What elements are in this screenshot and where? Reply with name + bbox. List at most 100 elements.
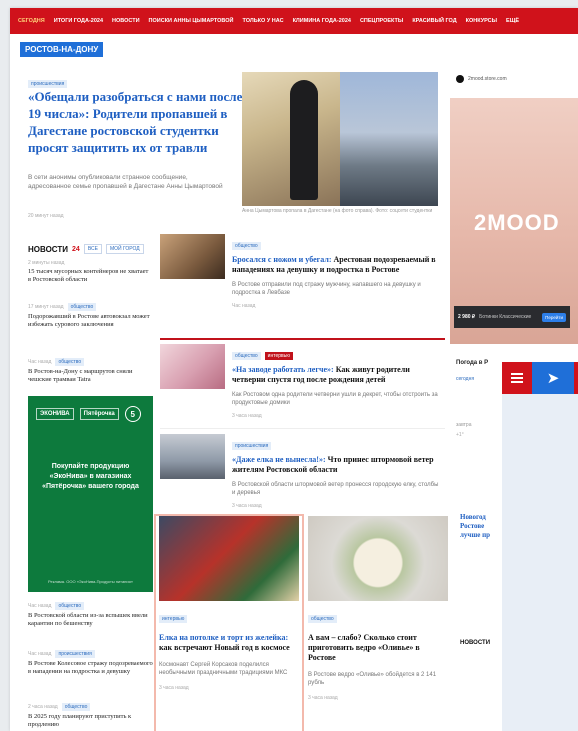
- nav-item-exclusive[interactable]: Только у нас: [242, 18, 283, 24]
- side-news-headline[interactable]: Новогод Ростове лучше пр: [460, 513, 505, 540]
- card[interactable]: интервью Елка на потолке и торт из желей…: [159, 516, 299, 691]
- news-time: 2 минуты назад: [28, 260, 65, 266]
- hero-photo-person: [290, 80, 318, 200]
- news-text[interactable]: 15 тысяч мусорных контейнеров не хватает…: [28, 268, 153, 284]
- nav-item-today[interactable]: Сегодня: [18, 18, 45, 24]
- ad-product-bar[interactable]: 2 980 ₽ Ботинки Классические Перейти: [454, 306, 570, 328]
- feed-lead: Как Ростовом одна родители четверни ушли…: [232, 392, 438, 406]
- top-navigation: Сегодня Итоги года-2024 Новости Поиски А…: [10, 8, 578, 34]
- news-header: НОВОСТИ 24 ВСЕ МОЙ ГОРОД: [28, 244, 158, 254]
- nav-item-climate[interactable]: Климина года-2024: [293, 18, 351, 24]
- news-tag[interactable]: общество: [55, 602, 85, 610]
- card-tag[interactable]: общество: [308, 615, 337, 623]
- hero-caption: Анна Цымартова пропала в Дагестане (на ф…: [242, 208, 433, 214]
- city-badge[interactable]: РОСТОВ-НА-ДОНУ: [20, 42, 104, 57]
- feed-lead: В Ростовской области штормовой ветер про…: [232, 482, 439, 496]
- card-image[interactable]: [308, 516, 448, 601]
- feed-tag[interactable]: происшествия: [232, 442, 272, 450]
- page: Сегодня Итоги года-2024 Новости Поиски А…: [10, 8, 578, 731]
- news-text[interactable]: В Ростове Колесовое стражу подозреваемог…: [28, 660, 153, 676]
- feed-headline[interactable]: «На заводе работать легче»: Как живут ро…: [232, 365, 440, 385]
- feed-item[interactable]: общество интервью «На заводе работать ле…: [160, 344, 440, 424]
- news-item[interactable]: Час назад общество В Ростов-на-Дону с мар…: [28, 358, 153, 384]
- nav-item-more[interactable]: Ещё: [506, 18, 519, 24]
- news-item[interactable]: 17 минут назад общество Подорожавший в Ро…: [28, 303, 153, 329]
- telegram-icon[interactable]: ➤: [532, 362, 574, 394]
- news-all-button[interactable]: ВСЕ: [83, 244, 102, 254]
- card-headline[interactable]: А вам – слабо? Сколько стоит приготовить…: [308, 633, 448, 663]
- feed-time: Час назад: [232, 303, 256, 309]
- ad-header[interactable]: 2mood.store.com: [450, 66, 578, 92]
- news-count: 24: [72, 245, 80, 253]
- feed-item[interactable]: общество Бросался с ножом и убегал: Арес…: [160, 234, 440, 329]
- hero-title[interactable]: «Обещали разобраться с нами после 19 чис…: [28, 88, 250, 156]
- card-time: 3 часа назад: [308, 695, 338, 701]
- ad-domain: 2mood.store.com: [468, 76, 507, 82]
- feed-tag[interactable]: общество: [232, 352, 261, 360]
- card-lead: Космонавт Сергей Корсаков поделился необ…: [159, 662, 288, 676]
- news-text[interactable]: В Ростовской области из-за вспышек ввели…: [28, 612, 153, 628]
- promo-logo-pyaterochka: Пятёрочка: [79, 408, 119, 420]
- promo-text: Покупайте продукцию «ЭкоНива» в магазина…: [42, 463, 139, 490]
- news-time: 2 часа назад: [28, 704, 58, 710]
- feed-lead: В Ростове отправили под стражу мужчину, …: [232, 282, 421, 296]
- nav-item-contests[interactable]: Конкурсы: [466, 18, 497, 24]
- menu-icon[interactable]: [502, 362, 532, 394]
- news-tag[interactable]: общество: [55, 358, 85, 366]
- card-image[interactable]: [159, 516, 299, 601]
- feed-headline[interactable]: «Даже елка не вынесла!»: Что принес штор…: [232, 455, 440, 475]
- nav-item-specials[interactable]: Спецпроекты: [360, 18, 403, 24]
- news-item[interactable]: Час назад общество В Ростовской области и…: [28, 602, 153, 628]
- news-tag[interactable]: происшествия: [55, 650, 95, 658]
- hero-time: 20 минут назад: [28, 213, 64, 219]
- side-news-section: НОВОСТИ: [460, 640, 491, 646]
- feed-item[interactable]: происшествия «Даже елка не вынесла!»: Чт…: [160, 434, 440, 514]
- news-text[interactable]: В 2025 году планируют приступить к продл…: [28, 713, 153, 729]
- news-time: 17 минут назад: [28, 304, 64, 310]
- feed-separator: [160, 428, 445, 429]
- promo-banner[interactable]: ЭКОНИВА Пятёрочка 5 Покупайте продукцию …: [28, 396, 153, 592]
- overlay-panel[interactable]: ➤: [502, 362, 578, 731]
- news-item[interactable]: Час назад происшествия В Ростове Колесово…: [28, 650, 153, 676]
- hero-lead: В сети анонимы опубликовали странное соо…: [28, 174, 223, 190]
- card[interactable]: общество А вам – слабо? Сколько стоит пр…: [308, 516, 448, 701]
- feed-headline[interactable]: Бросался с ножом и убегал: Арестован под…: [232, 255, 440, 275]
- promo-logo-five: 5: [124, 406, 141, 422]
- promo-logo-ekoniva: ЭКОНИВА: [36, 408, 74, 420]
- feed-thumbnail[interactable]: [160, 434, 225, 479]
- card-lead: В Ростове ведро «Оливье» обойдется в 2 1…: [308, 672, 437, 686]
- card-tag[interactable]: интервью: [159, 615, 188, 623]
- promo-disclaimer: Реклама. ООО «ЭкоНива-Продукты питания»: [47, 579, 134, 584]
- feed-time: 3 часа назад: [232, 503, 262, 509]
- news-time: Час назад: [28, 359, 52, 365]
- ad-price: 2 980 ₽: [458, 314, 476, 320]
- news-item[interactable]: 2 часа назад общество В 2025 году планиру…: [28, 703, 153, 729]
- feed-thumbnail[interactable]: [160, 344, 225, 389]
- nav-item-news[interactable]: Новости: [112, 18, 140, 24]
- ad-product-name: Ботинки Классические: [479, 314, 532, 320]
- news-tag[interactable]: общество: [67, 303, 97, 311]
- hero-photo-beach[interactable]: [340, 72, 438, 206]
- ad-logo-icon: [456, 75, 464, 83]
- section-divider: [160, 338, 445, 340]
- ad-banner[interactable]: 2MOOD 2 980 ₽ Ботинки Классические Перей…: [450, 98, 578, 344]
- hero-tag[interactable]: происшествия: [28, 80, 68, 88]
- ad-go-button[interactable]: Перейти: [542, 312, 566, 322]
- nav-item-results[interactable]: Итоги года-2024: [54, 18, 103, 24]
- card-headline[interactable]: Елка на потолке и торт из желейка: как в…: [159, 633, 299, 653]
- feed-thumbnail[interactable]: [160, 234, 225, 279]
- nav-item-beautiful[interactable]: Красивый год: [412, 18, 456, 24]
- feed-time: 3 часа назад: [232, 413, 262, 419]
- feed-tag[interactable]: общество: [232, 242, 261, 250]
- overlay-toolbar: ➤: [502, 362, 578, 394]
- ad-brand: 2MOOD: [474, 210, 560, 235]
- nav-item-search[interactable]: Поиски Анны Цымартовой: [149, 18, 234, 24]
- card-time: 3 часа назад: [159, 685, 189, 691]
- news-text[interactable]: В Ростов-на-Дону с маршрутов сняли чешск…: [28, 368, 153, 384]
- news-item[interactable]: 2 минуты назад 15 тысяч мусорных контейн…: [28, 260, 153, 284]
- feed-tag-secondary[interactable]: интервью: [264, 352, 294, 360]
- news-tag[interactable]: общество: [61, 703, 91, 711]
- news-title: НОВОСТИ: [28, 244, 69, 254]
- news-text[interactable]: Подорожавший в Ростове автовокзал может …: [28, 313, 153, 329]
- news-city-button[interactable]: МОЙ ГОРОД: [105, 244, 144, 254]
